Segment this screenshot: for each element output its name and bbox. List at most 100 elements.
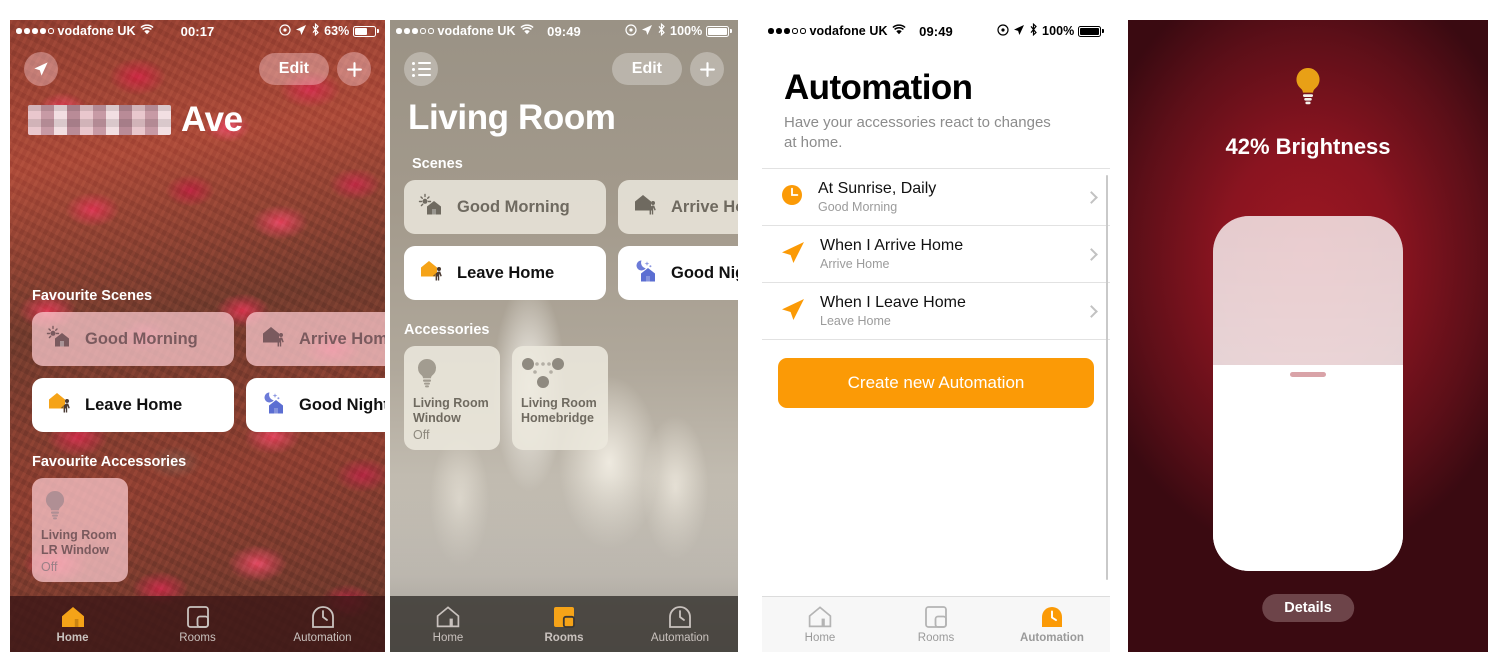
scene-label: Good Morning — [85, 329, 198, 348]
wifi-icon — [140, 24, 154, 38]
bluetooth-icon — [311, 22, 320, 39]
scene-tile-good-night[interactable]: Good Night — [618, 246, 738, 300]
room-list-button[interactable] — [404, 52, 438, 86]
home-accessories-section: Favourite Accessories Living Room LR Win… — [10, 454, 385, 582]
slider-fill — [1213, 365, 1403, 571]
automation-title: At Sunrise, Daily — [818, 180, 937, 197]
tab-home[interactable]: Home — [762, 605, 878, 644]
automation-row-sunrise[interactable]: At Sunrise, Daily Good Morning — [762, 169, 1110, 226]
clock-icon — [1042, 607, 1062, 627]
home-accessory-row: Living Room LR Window Off — [10, 478, 385, 582]
tab-label: Rooms — [179, 631, 216, 644]
location-arrow-icon — [780, 297, 806, 326]
scene-tile-good-morning[interactable]: Good Morning — [32, 312, 234, 366]
status-bar-automation: vodafone UK 09:49 100% — [762, 20, 1110, 42]
create-automation-button[interactable]: Create new Automation — [778, 358, 1094, 408]
tab-label: Automation — [650, 631, 710, 644]
tab-bar-home: Home Rooms Automation — [10, 596, 385, 652]
tab-automation[interactable]: Automation — [622, 605, 738, 644]
alarm-icon — [997, 23, 1009, 39]
status-right: 63% — [279, 22, 379, 39]
brightness-label: 42% Brightness — [1225, 134, 1391, 159]
house-person-icon — [260, 324, 288, 355]
tab-label: Home — [432, 631, 464, 644]
home-nav-row: Edit — [10, 42, 385, 86]
accessory-tile-window[interactable]: Living Room Window Off — [404, 346, 500, 450]
house-icon — [436, 605, 460, 627]
brightness-slider[interactable] — [1213, 216, 1403, 571]
scene-label: Good Morning — [457, 197, 570, 216]
tab-label: Rooms — [544, 631, 584, 644]
tab-rooms[interactable]: Rooms — [878, 605, 994, 644]
tab-home[interactable]: Home — [10, 605, 135, 644]
add-button[interactable] — [690, 52, 724, 86]
rooms-icon — [925, 606, 947, 628]
location-arrow-icon — [1013, 24, 1025, 39]
house-icon — [808, 606, 832, 628]
scene-label: Leave Home — [457, 263, 555, 282]
scene-tile-arrive-home[interactable]: Arrive Home — [246, 312, 385, 366]
battery-percent-label: 100% — [1042, 24, 1075, 38]
accessory-name: LR Window — [41, 542, 109, 557]
carrier-label: vodafone UK — [809, 24, 888, 38]
panel-automation: vodafone UK 09:49 100% Automation Have y… — [762, 20, 1110, 652]
vertical-scrollbar[interactable] — [1105, 175, 1108, 580]
scene-tile-good-night[interactable]: Good Night — [246, 378, 385, 432]
edit-button[interactable]: Edit — [258, 53, 329, 85]
status-right: 100% — [997, 22, 1104, 39]
scene-tile-good-morning[interactable]: Good Morning — [404, 180, 606, 234]
battery-icon — [1078, 25, 1104, 37]
scene-label: Good Night — [671, 263, 738, 282]
redacted-home-name — [28, 105, 171, 135]
tab-home[interactable]: Home — [390, 605, 506, 644]
house-person-orange-icon — [418, 258, 446, 289]
tab-automation[interactable]: Automation — [994, 605, 1110, 644]
scene-tile-arrive-home[interactable]: Arrive Home — [618, 180, 738, 234]
details-button[interactable]: Details — [1262, 594, 1354, 622]
edit-button[interactable]: Edit — [611, 53, 682, 85]
accessory-tile-lr-window[interactable]: Living Room LR Window Off — [32, 478, 128, 582]
location-button[interactable] — [24, 52, 58, 86]
accessory-tile-homebridge[interactable]: Living Room Homebridge — [512, 346, 608, 450]
brightness-body: 42% Brightness Details — [1128, 20, 1488, 652]
tab-label: Rooms — [917, 632, 955, 644]
home-title: Ave — [28, 100, 367, 140]
clock-icon — [669, 605, 691, 628]
location-arrow-icon — [780, 240, 806, 269]
accessory-room: Living Room — [521, 396, 597, 410]
status-left: vodafone UK — [16, 24, 154, 38]
page-title: Automation — [784, 68, 973, 107]
automation-row-arrive[interactable]: When I Arrive Home Arrive Home — [762, 226, 1110, 283]
moon-house-icon — [632, 258, 660, 289]
tab-rooms[interactable]: Rooms — [135, 605, 260, 644]
chevron-right-icon — [1085, 190, 1098, 204]
add-button[interactable] — [337, 52, 371, 86]
rooms-icon — [554, 606, 575, 628]
slider-handle[interactable] — [1290, 372, 1326, 378]
tab-rooms[interactable]: Rooms — [506, 605, 622, 644]
rooms-icon — [186, 605, 209, 628]
carrier-label: vodafone UK — [57, 24, 136, 38]
bulb-icon — [41, 488, 119, 528]
battery-percent-label: 100% — [670, 24, 703, 38]
tab-automation[interactable]: Automation — [260, 605, 385, 644]
accessory-name: Homebridge — [521, 410, 594, 425]
scene-tile-leave-home[interactable]: Leave Home — [404, 246, 606, 300]
automation-row-text: When I Leave Home Leave Home — [820, 294, 1073, 328]
scene-tile-leave-home[interactable]: Leave Home — [32, 378, 234, 432]
room-scene-row-1: Good Morning Arrive Home — [390, 180, 738, 234]
accessory-room: Living Room — [413, 396, 489, 410]
room-accessory-row: Living Room Window Off Living Room Homeb… — [390, 346, 738, 450]
automation-header: Automation Have your accessories react t… — [762, 42, 1110, 152]
panel-home: vodafone UK 00:17 63% Edit Ave Favourite… — [10, 20, 385, 652]
automation-subtitle: Arrive Home — [820, 257, 890, 271]
sun-house-icon — [418, 192, 446, 223]
automation-row-leave[interactable]: When I Leave Home Leave Home — [762, 283, 1110, 340]
chevron-right-icon — [1085, 304, 1098, 318]
home-title-suffix: Ave — [181, 100, 243, 139]
sun-house-icon — [46, 324, 74, 355]
bulb-icon — [1296, 67, 1320, 105]
battery-icon — [706, 25, 732, 37]
house-person-icon — [632, 192, 660, 223]
status-left: vodafone UK — [768, 24, 906, 38]
